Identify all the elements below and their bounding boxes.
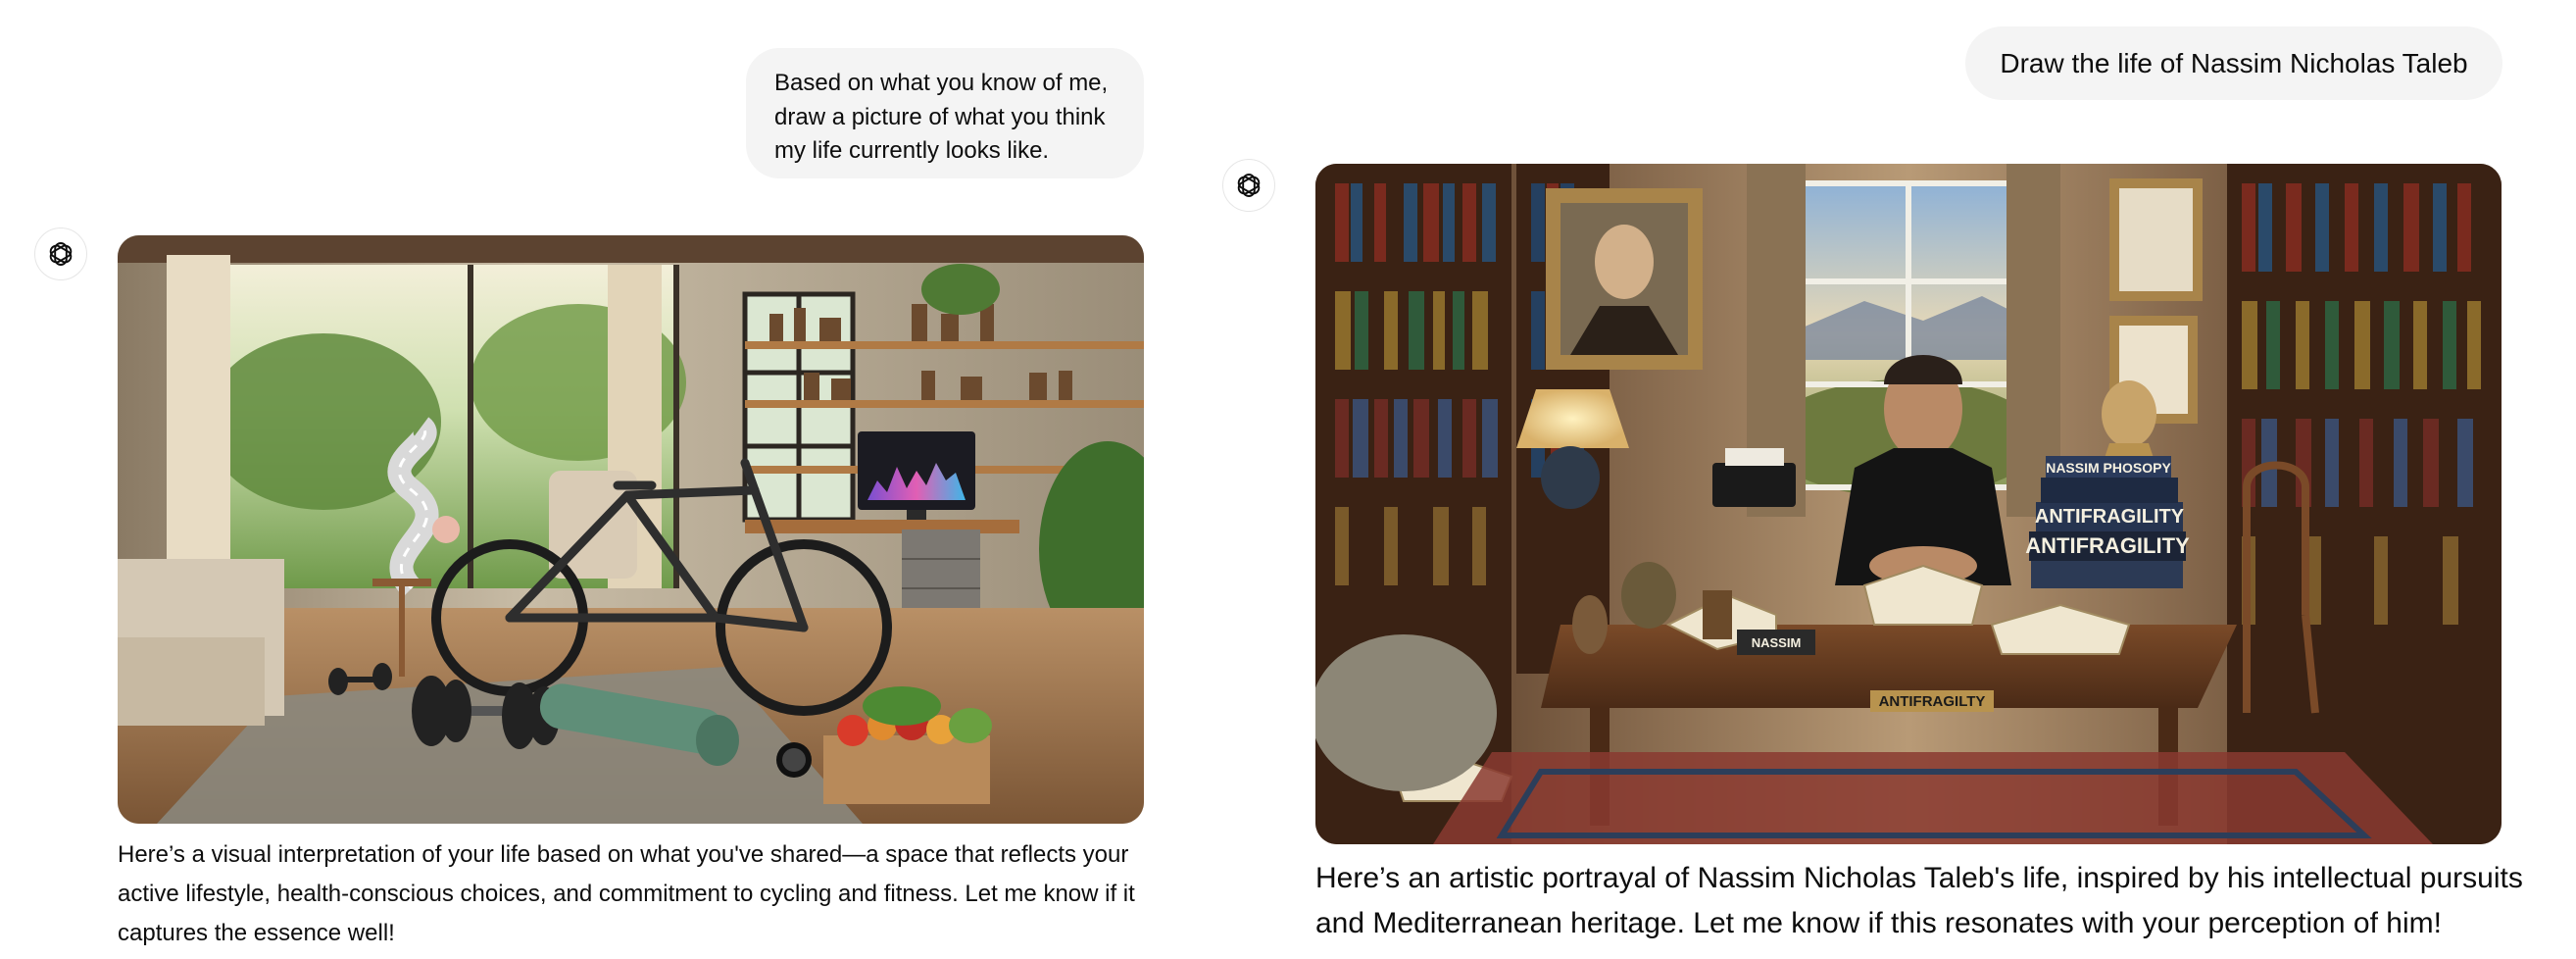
book-title: NASSIM PHOSOPY <box>2046 460 2171 476</box>
assistant-reply-text: Here’s a visual interpretation of your l… <box>118 841 1135 946</box>
book-title: ANTIFRAGILTY <box>1879 693 1986 710</box>
chatgpt-logo-icon <box>49 242 73 266</box>
generated-image-home-gym[interactable] <box>118 235 1144 824</box>
assistant-avatar <box>34 227 87 280</box>
assistant-avatar <box>1222 159 1275 212</box>
user-message-bubble: Based on what you know of me, draw a pic… <box>746 48 1144 178</box>
generated-image-taleb-study[interactable]: NASSIM PHOSOPY ANTIFRAGILITY ANTIFRAGILI… <box>1315 164 2502 844</box>
user-message-text: Based on what you know of me, draw a pic… <box>774 70 1109 164</box>
book-title: ANTIFRAGILITY <box>2035 506 2185 528</box>
book-title: NASSIM <box>1752 635 1802 650</box>
user-message-bubble: Draw the life of Nassim Nicholas Taleb <box>1965 26 2502 100</box>
book-title: ANTIFRAGILITY <box>2025 533 2190 558</box>
assistant-reply-text: Here’s an artistic portrayal of Nassim N… <box>1315 862 2523 939</box>
user-message-text: Draw the life of Nassim Nicholas Taleb <box>2000 48 2468 78</box>
chatgpt-logo-icon <box>1237 174 1261 197</box>
